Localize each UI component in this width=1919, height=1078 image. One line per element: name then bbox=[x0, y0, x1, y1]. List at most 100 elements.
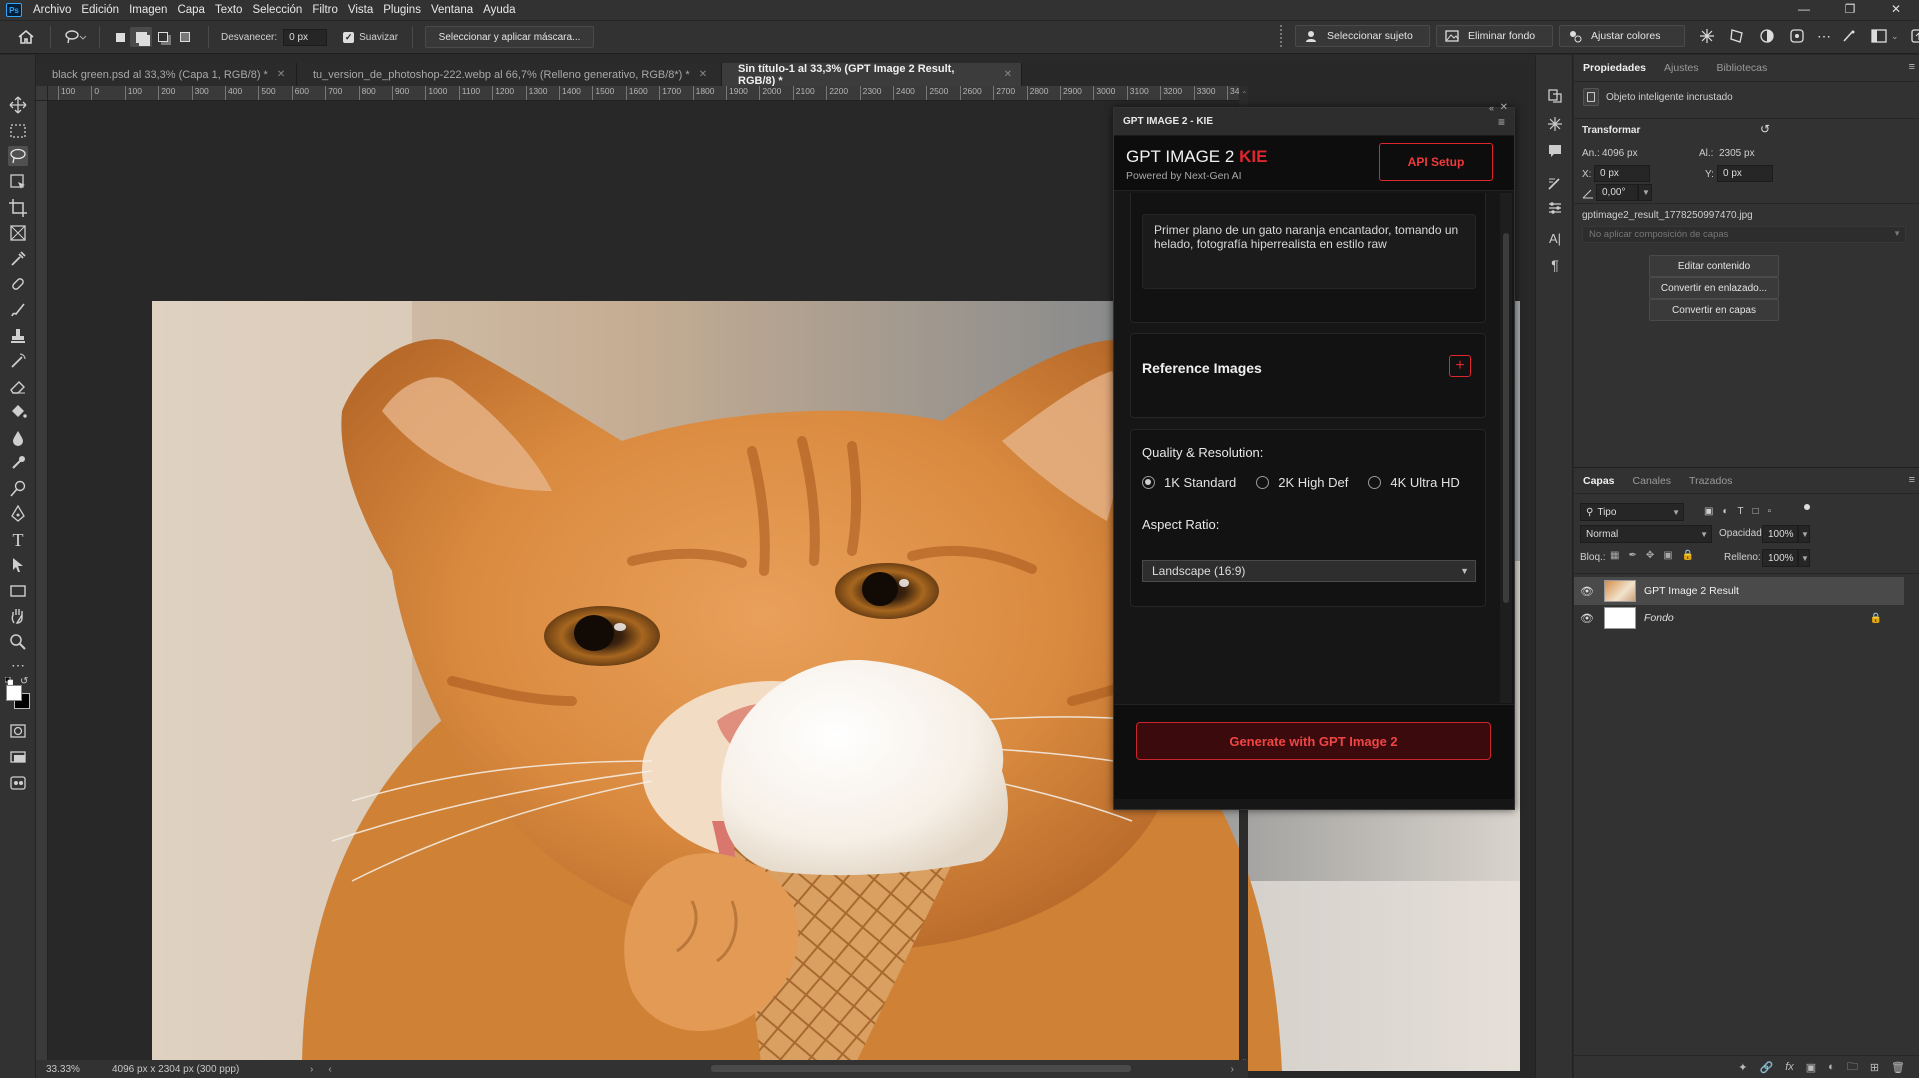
pen-tool-icon[interactable] bbox=[8, 504, 28, 524]
more-icon[interactable]: ⋯ bbox=[1817, 28, 1833, 45]
menu-archivo[interactable]: Archivo bbox=[28, 4, 76, 16]
angle-dropdown-icon[interactable]: ▼ bbox=[1638, 184, 1652, 201]
tab-canales[interactable]: Canales bbox=[1624, 468, 1681, 493]
object-select-icon[interactable] bbox=[8, 172, 28, 192]
canvas-area[interactable] bbox=[48, 101, 1520, 1071]
blur-tool-icon[interactable] bbox=[8, 428, 28, 448]
rectangle-tool-icon[interactable] bbox=[8, 581, 28, 601]
brush-settings-icon[interactable] bbox=[1841, 28, 1857, 44]
history-panel-icon[interactable] bbox=[1547, 88, 1563, 104]
status-expand-icon[interactable]: › bbox=[310, 1064, 313, 1075]
menu-capa[interactable]: Capa bbox=[172, 4, 210, 16]
panel-menu-icon[interactable]: ≡ bbox=[1909, 61, 1915, 73]
new-layer-icon[interactable]: ⊞ bbox=[1870, 1061, 1879, 1074]
adjustment-layer-icon[interactable]: ◐ bbox=[1828, 1061, 1835, 1073]
y-position-field[interactable]: 0 px bbox=[1717, 165, 1773, 182]
hand-tool-icon[interactable] bbox=[8, 606, 28, 626]
menu-texto[interactable]: Texto bbox=[210, 4, 248, 16]
close-tab-icon[interactable]: ✕ bbox=[277, 69, 285, 80]
menu-seleccion[interactable]: Selección bbox=[247, 4, 307, 16]
quality-4k-radio[interactable]: 4K Ultra HD bbox=[1368, 475, 1460, 490]
minimize-icon[interactable]: — bbox=[1781, 0, 1827, 20]
dodge-tool-icon[interactable] bbox=[8, 479, 28, 499]
eye-icon[interactable]: 👁 bbox=[1574, 612, 1600, 625]
eye-icon[interactable]: 👁 bbox=[1574, 585, 1600, 598]
delete-layer-icon[interactable]: 🗑 bbox=[1891, 1061, 1905, 1074]
menu-filtro[interactable]: Filtro bbox=[307, 4, 343, 16]
width-value[interactable]: 4096 px bbox=[1602, 148, 1638, 159]
tab-bibliotecas[interactable]: Bibliotecas bbox=[1707, 55, 1776, 81]
marquee-tool-icon[interactable] bbox=[8, 121, 28, 141]
generative-icon[interactable] bbox=[1789, 28, 1805, 44]
mask-circle-icon[interactable] bbox=[1759, 28, 1775, 44]
plugin-scrollbar[interactable] bbox=[1500, 193, 1512, 703]
angle-field[interactable]: 0,00° bbox=[1596, 184, 1638, 201]
panel-menu-icon[interactable]: ≡ bbox=[1909, 474, 1915, 486]
home-icon[interactable] bbox=[12, 27, 40, 47]
move-tool-icon[interactable] bbox=[8, 95, 28, 115]
close-tab-icon[interactable]: ✕ bbox=[699, 69, 707, 80]
quick-mask-icon[interactable] bbox=[8, 721, 28, 741]
lock-position-icon[interactable]: ✥ bbox=[1646, 550, 1654, 561]
clone-stamp-icon[interactable] bbox=[8, 326, 28, 346]
paint-bucket-icon[interactable] bbox=[8, 402, 28, 422]
select-and-mask-button[interactable]: Seleccionar y aplicar máscara... bbox=[425, 26, 595, 48]
menu-imagen[interactable]: Imagen bbox=[124, 4, 172, 16]
document-info[interactable]: 4096 px x 2304 px (300 ppp) bbox=[112, 1064, 302, 1075]
intersect-selection-icon[interactable] bbox=[174, 27, 196, 47]
add-mask-icon[interactable]: ▣ bbox=[1806, 1061, 1816, 1074]
quality-2k-radio[interactable]: 2K High Def bbox=[1256, 475, 1348, 490]
filter-adjustment-icon[interactable]: ◐ bbox=[1722, 506, 1728, 517]
lasso-tool-icon[interactable] bbox=[61, 27, 89, 47]
edit-contents-button[interactable]: Editar contenido bbox=[1649, 255, 1779, 277]
restore-icon[interactable]: ❐ bbox=[1827, 0, 1873, 20]
fill-dropdown-icon[interactable]: ▼ bbox=[1798, 549, 1810, 567]
menu-vista[interactable]: Vista bbox=[343, 4, 378, 16]
scroll-right-icon[interactable]: › bbox=[1231, 1064, 1234, 1075]
select-subject-button[interactable]: Seleccionar sujeto bbox=[1295, 25, 1430, 47]
menu-ayuda[interactable]: Ayuda bbox=[478, 4, 520, 16]
workspace-icon[interactable] bbox=[1871, 29, 1887, 43]
new-group-icon[interactable]: 🗀 bbox=[1847, 1058, 1858, 1077]
plugins-tool-icon[interactable] bbox=[8, 773, 28, 793]
aspect-ratio-select[interactable]: Landscape (16:9) ▼ bbox=[1142, 560, 1476, 582]
menu-edicion[interactable]: Edición bbox=[76, 4, 124, 16]
smudge-icon[interactable] bbox=[8, 453, 28, 473]
reset-transform-icon[interactable]: ↺ bbox=[1760, 122, 1770, 136]
lock-artboard-icon[interactable]: ▣ bbox=[1663, 550, 1672, 561]
layer-filter-select[interactable]: ⚲ Tipo ▼ bbox=[1580, 503, 1684, 521]
adjustments-panel-icon[interactable] bbox=[1547, 200, 1563, 216]
plugin-scrollbar-thumb[interactable] bbox=[1503, 233, 1509, 603]
lasso-tool-icon[interactable] bbox=[8, 146, 28, 166]
ruler-corner[interactable] bbox=[36, 86, 48, 101]
convert-layers-button[interactable]: Convertir en capas bbox=[1649, 299, 1779, 321]
remove-background-button[interactable]: Eliminar fondo bbox=[1436, 25, 1553, 47]
fill-field[interactable]: 100% bbox=[1762, 549, 1798, 567]
screen-mode-icon[interactable] bbox=[8, 747, 28, 767]
opacity-dropdown-icon[interactable]: ▼ bbox=[1798, 525, 1810, 543]
menu-ventana[interactable]: Ventana bbox=[426, 4, 478, 16]
filter-shape-icon[interactable]: □ bbox=[1753, 506, 1759, 517]
x-position-field[interactable]: 0 px bbox=[1594, 165, 1650, 182]
eraser-icon[interactable] bbox=[8, 377, 28, 397]
crop-tool-icon[interactable] bbox=[8, 198, 28, 218]
layer-style-icon[interactable]: fx bbox=[1785, 1061, 1794, 1073]
workspace-chevron-icon[interactable]: ⌄ bbox=[1891, 31, 1899, 42]
brush-tool-icon[interactable] bbox=[8, 300, 28, 320]
horizontal-scrollbar-thumb[interactable] bbox=[711, 1065, 1131, 1072]
quality-1k-radio[interactable]: 1K Standard bbox=[1142, 475, 1236, 490]
layer-row-gpt-image[interactable]: 👁 GPT Image 2 Result bbox=[1574, 577, 1904, 605]
close-tab-icon[interactable]: ✕ bbox=[1004, 69, 1012, 80]
generative-panel-icon[interactable] bbox=[1547, 116, 1563, 132]
zoom-tool-icon[interactable] bbox=[8, 632, 28, 652]
tab-photoshop-222[interactable]: tu_version_de_photoshop-222.webp al 66,7… bbox=[297, 63, 722, 86]
add-selection-icon[interactable] bbox=[130, 27, 152, 47]
eyedropper-icon[interactable] bbox=[8, 249, 28, 269]
adjust-colors-button[interactable]: Ajustar colores bbox=[1559, 25, 1685, 47]
filter-type-icon[interactable]: T bbox=[1738, 506, 1744, 517]
panel-menu-icon[interactable]: ≡ bbox=[1498, 115, 1505, 129]
layer-row-fondo[interactable]: 👁 Fondo 🔒 bbox=[1574, 604, 1904, 632]
panel-collapse-icon[interactable]: « bbox=[1489, 103, 1494, 113]
character-panel-icon[interactable]: A| bbox=[1547, 231, 1563, 247]
prompt-textarea[interactable]: Primer plano de un gato naranja encantad… bbox=[1142, 214, 1476, 289]
